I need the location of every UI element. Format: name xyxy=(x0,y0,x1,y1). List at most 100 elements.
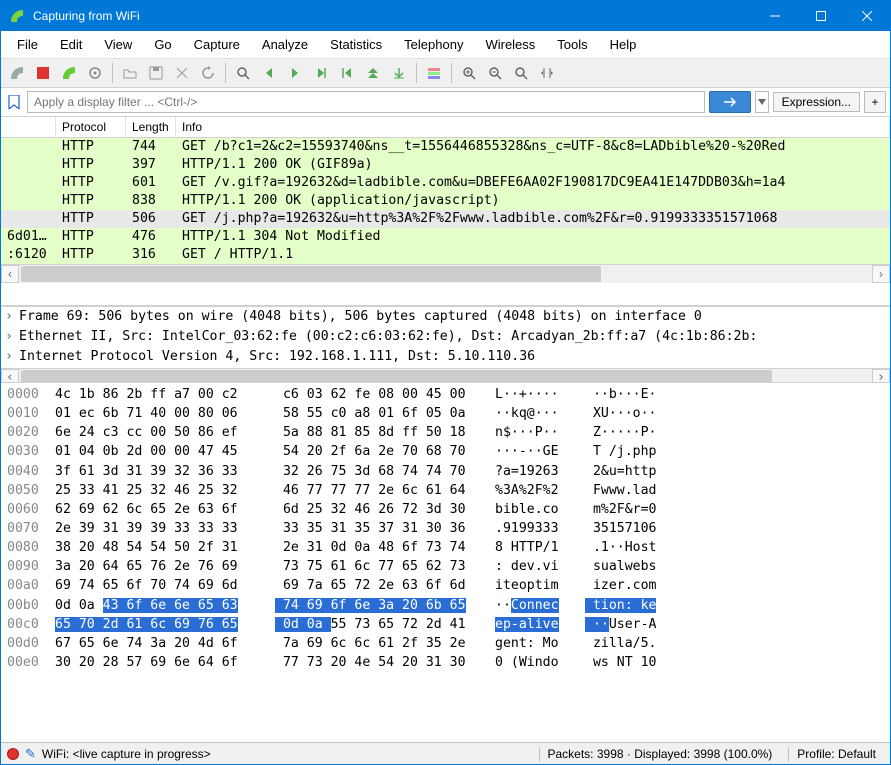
hex-row[interactable]: 00903a 20 64 65 76 2e 76 69 73 75 61 6c … xyxy=(7,557,884,576)
hex-row[interactable]: 005025 33 41 25 32 46 25 32 46 77 77 77 … xyxy=(7,481,884,500)
hex-row[interactable]: 003001 04 0b 2d 00 00 47 45 54 20 2f 6a … xyxy=(7,442,884,461)
menu-edit[interactable]: Edit xyxy=(50,33,92,56)
menu-statistics[interactable]: Statistics xyxy=(320,33,392,56)
hex-row[interactable]: 006062 69 62 6c 65 2e 63 6f 6d 25 32 46 … xyxy=(7,500,884,519)
open-icon[interactable] xyxy=(118,61,142,85)
next-packet-icon[interactable] xyxy=(283,61,307,85)
status-packets: Packets: 3998 · Displayed: 3998 (100.0%) xyxy=(539,747,781,761)
expert-info-icon[interactable]: ✎ xyxy=(25,746,36,762)
packet-row[interactable]: HTTP601GET /v.gif?a=192632&d=ladbible.co… xyxy=(1,174,890,192)
zoom-out-icon[interactable] xyxy=(483,61,507,85)
hex-row[interactable]: 00a069 74 65 6f 70 74 69 6d 69 7a 65 72 … xyxy=(7,576,884,595)
hex-row[interactable]: 00b00d 0a 43 6f 6e 6e 65 63 74 69 6f 6e … xyxy=(7,596,884,615)
menu-analyze[interactable]: Analyze xyxy=(252,33,318,56)
detail-text: Internet Protocol Version 4, Src: 192.16… xyxy=(19,347,535,367)
status-capture-text: WiFi: <live capture in progress> xyxy=(42,747,211,761)
capture-options-icon[interactable] xyxy=(83,61,107,85)
maximize-button[interactable] xyxy=(798,1,844,31)
column-info[interactable]: Info xyxy=(176,117,890,137)
packet-row[interactable]: :6120HTTP316GET / HTTP/1.1 xyxy=(1,246,890,264)
packet-row[interactable]: HTTP838HTTP/1.1 200 OK (application/java… xyxy=(1,192,890,210)
detail-hscroll[interactable]: ‹ › xyxy=(1,368,890,383)
apply-filter-button[interactable] xyxy=(709,91,751,113)
packet-details-pane[interactable]: ›Frame 69: 506 bytes on wire (4048 bits)… xyxy=(1,307,890,383)
detail-row[interactable]: ›Internet Protocol Version 4, Src: 192.1… xyxy=(1,347,890,367)
expander-icon[interactable]: › xyxy=(5,327,19,347)
expander-icon[interactable]: › xyxy=(5,347,19,367)
autoscroll-icon[interactable] xyxy=(387,61,411,85)
menu-wireless[interactable]: Wireless xyxy=(475,33,545,56)
packet-row[interactable]: HTTP506GET /j.php?a=192632&u=http%3A%2F%… xyxy=(1,210,890,228)
scroll-right-icon[interactable]: › xyxy=(872,265,890,283)
hex-row[interactable]: 00e030 20 28 57 69 6e 64 6f 77 73 20 4e … xyxy=(7,653,884,672)
hex-row[interactable]: 00206e 24 c3 cc 00 50 86 ef 5a 88 81 85 … xyxy=(7,423,884,442)
packet-row[interactable]: HTTP744GET /b?c1=2&c2=15593740&ns__t=155… xyxy=(1,138,890,156)
reload-icon[interactable] xyxy=(196,61,220,85)
hex-row[interactable]: 00702e 39 31 39 39 33 33 33 33 35 31 35 … xyxy=(7,519,884,538)
scroll-thumb[interactable] xyxy=(21,370,772,383)
zoom-in-icon[interactable] xyxy=(457,61,481,85)
menu-help[interactable]: Help xyxy=(600,33,647,56)
menu-go[interactable]: Go xyxy=(144,33,181,56)
toolbar-sep xyxy=(225,63,226,83)
hex-row[interactable]: 00004c 1b 86 2b ff a7 00 c2 c6 03 62 fe … xyxy=(7,385,884,404)
window-title: Capturing from WiFi xyxy=(33,9,752,23)
menu-tools[interactable]: Tools xyxy=(547,33,597,56)
packet-row[interactable]: 6d01…HTTP476HTTP/1.1 304 Not Modified xyxy=(1,228,890,246)
packet-bytes-pane[interactable]: 00004c 1b 86 2b ff a7 00 c2 c6 03 62 fe … xyxy=(1,383,890,742)
expression-button[interactable]: Expression... xyxy=(773,92,860,112)
scroll-left-icon[interactable]: ‹ xyxy=(1,265,19,283)
display-filter-input[interactable] xyxy=(27,91,705,113)
menu-telephony[interactable]: Telephony xyxy=(394,33,473,56)
close-file-icon[interactable] xyxy=(170,61,194,85)
column-protocol[interactable]: Protocol xyxy=(56,117,126,137)
restart-capture-icon[interactable] xyxy=(57,61,81,85)
hex-row[interactable]: 008038 20 48 54 54 50 2f 31 2e 31 0d 0a … xyxy=(7,538,884,557)
toolbar-sep xyxy=(416,63,417,83)
goto-packet-icon[interactable] xyxy=(309,61,333,85)
last-packet-icon[interactable] xyxy=(361,61,385,85)
menu-view[interactable]: View xyxy=(94,33,142,56)
menu-bar: File Edit View Go Capture Analyze Statis… xyxy=(1,31,890,59)
scroll-thumb[interactable] xyxy=(21,266,601,282)
menu-file[interactable]: File xyxy=(7,33,48,56)
find-icon[interactable] xyxy=(231,61,255,85)
prev-packet-icon[interactable] xyxy=(257,61,281,85)
first-packet-icon[interactable] xyxy=(335,61,359,85)
colorize-icon[interactable] xyxy=(422,61,446,85)
scroll-right-icon[interactable]: › xyxy=(872,369,890,383)
status-profile[interactable]: Profile: Default xyxy=(788,747,884,761)
resize-columns-icon[interactable] xyxy=(535,61,559,85)
app-icon xyxy=(9,8,25,24)
minimize-button[interactable] xyxy=(752,1,798,31)
detail-row[interactable]: ›Ethernet II, Src: IntelCor_03:62:fe (00… xyxy=(1,327,890,347)
detail-text: Frame 69: 506 bytes on wire (4048 bits),… xyxy=(19,307,702,327)
packet-list-header: Protocol Length Info xyxy=(1,117,890,138)
toolbar-sep xyxy=(112,63,113,83)
packet-list-hscroll[interactable]: ‹ › xyxy=(1,264,890,282)
close-button[interactable] xyxy=(844,1,890,31)
column-blank[interactable] xyxy=(1,117,56,137)
hex-row[interactable]: 001001 ec 6b 71 40 00 80 06 58 55 c0 a8 … xyxy=(7,404,884,423)
detail-row[interactable]: ›Frame 69: 506 bytes on wire (4048 bits)… xyxy=(1,307,890,327)
hex-row[interactable]: 00403f 61 3d 31 39 32 36 33 32 26 75 3d … xyxy=(7,462,884,481)
hex-row[interactable]: 00d067 65 6e 74 3a 20 4d 6f 7a 69 6c 6c … xyxy=(7,634,884,653)
expander-icon[interactable]: › xyxy=(5,307,19,327)
add-filter-button[interactable]: + xyxy=(864,91,886,113)
start-capture-icon[interactable] xyxy=(5,61,29,85)
detail-text: Ethernet II, Src: IntelCor_03:62:fe (00:… xyxy=(19,327,757,347)
display-filter-bar: Expression... + xyxy=(1,88,890,117)
bookmark-icon[interactable] xyxy=(5,93,23,111)
stop-capture-icon[interactable] xyxy=(31,61,55,85)
column-length[interactable]: Length xyxy=(126,117,176,137)
menu-capture[interactable]: Capture xyxy=(184,33,250,56)
scroll-left-icon[interactable]: ‹ xyxy=(1,369,19,383)
filter-history-dropdown[interactable] xyxy=(755,91,769,113)
zoom-reset-icon[interactable] xyxy=(509,61,533,85)
main-toolbar xyxy=(1,59,890,88)
hex-row[interactable]: 00c065 70 2d 61 6c 69 76 65 0d 0a 55 73 … xyxy=(7,615,884,634)
save-icon[interactable] xyxy=(144,61,168,85)
packet-row[interactable]: HTTP397HTTP/1.1 200 OK (GIF89a) xyxy=(1,156,890,174)
packet-rows[interactable]: HTTP744GET /b?c1=2&c2=15593740&ns__t=155… xyxy=(1,138,890,264)
packet-list-pane: Protocol Length Info HTTP744GET /b?c1=2&… xyxy=(1,117,890,307)
